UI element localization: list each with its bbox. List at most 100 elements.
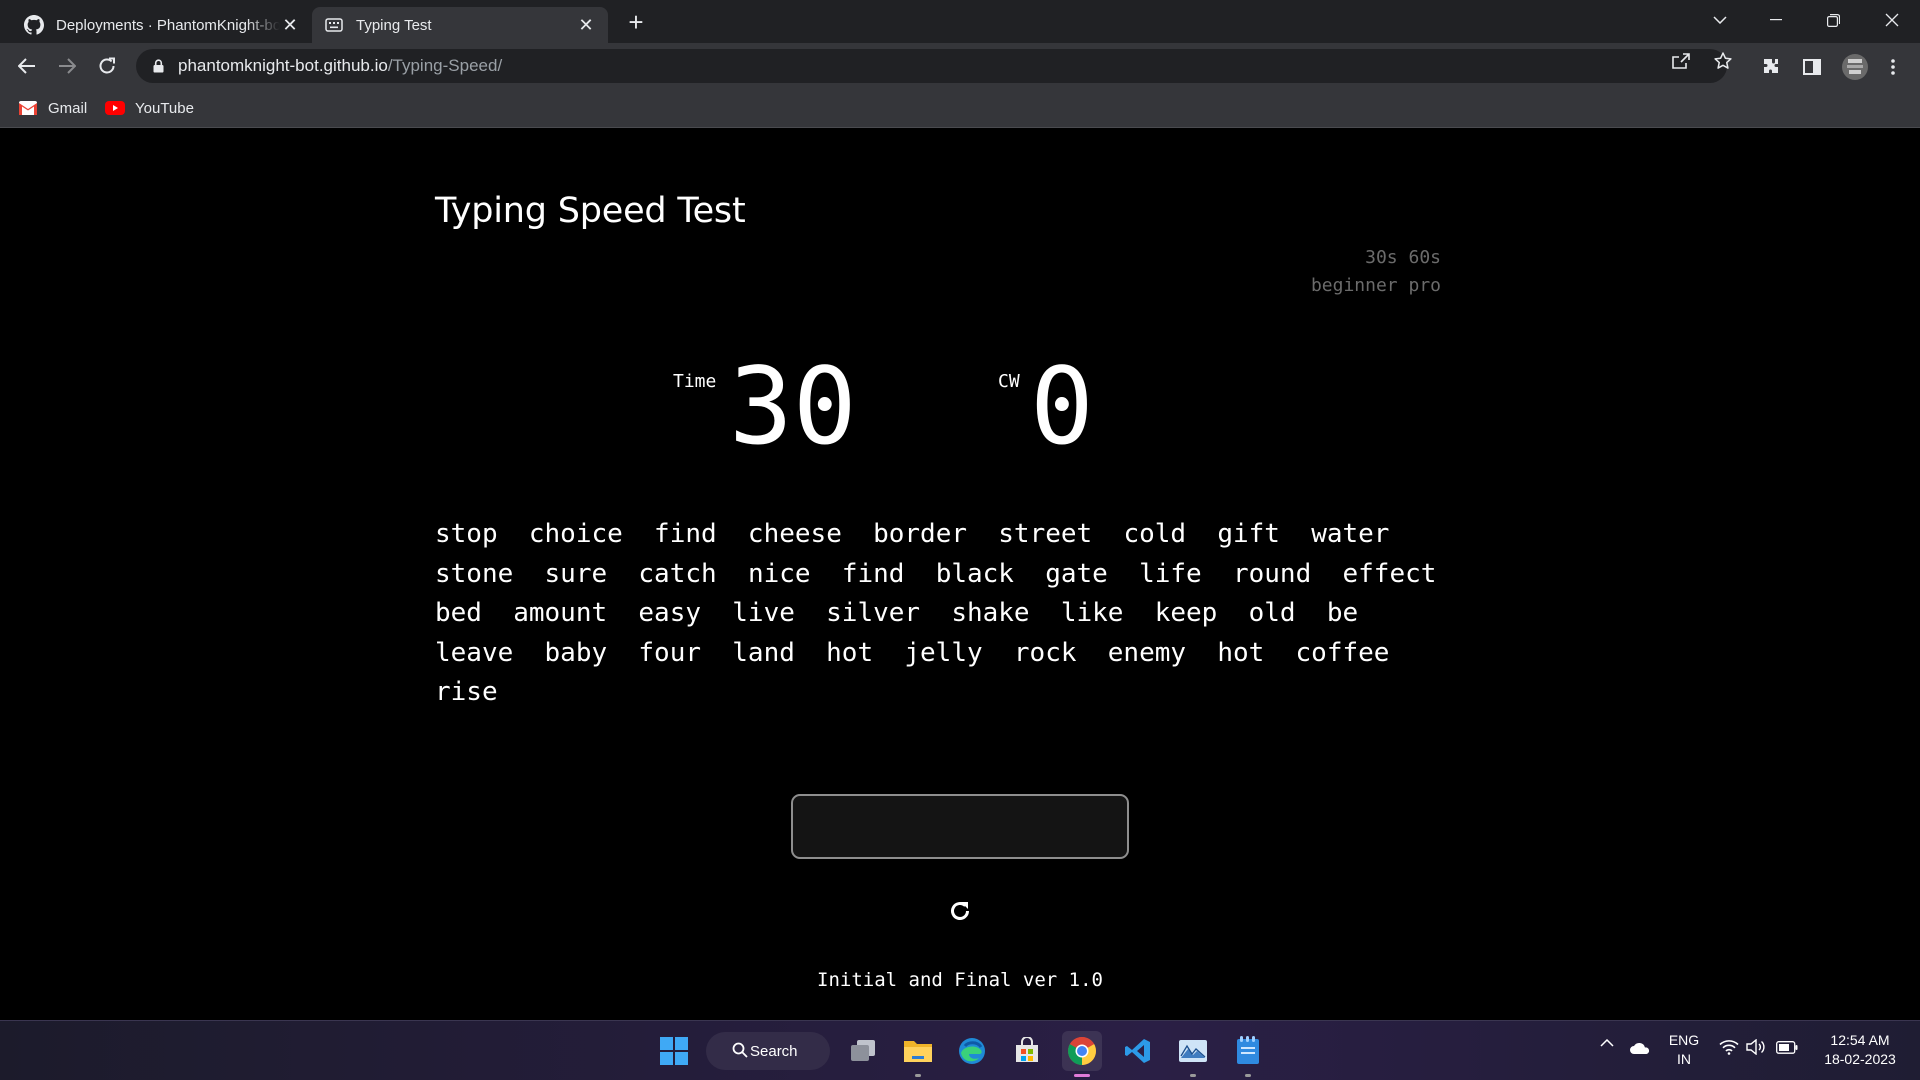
vscode-icon[interactable] — [1118, 1031, 1158, 1071]
language-indicator[interactable]: ENG IN — [1664, 1031, 1704, 1069]
extensions-icon[interactable] — [1760, 55, 1784, 79]
word: silver — [826, 598, 921, 628]
word: rise — [435, 677, 498, 707]
microsoft-store-icon[interactable] — [1007, 1031, 1047, 1071]
word: jelly — [904, 637, 983, 668]
address-bar[interactable]: phantomknight-bot.github.io/Typing-Speed… — [136, 49, 1727, 83]
word: find — [841, 558, 905, 589]
windows-start-icon[interactable] — [654, 1031, 694, 1071]
word: amount — [513, 598, 608, 628]
keyboard-icon — [324, 15, 344, 35]
word-list: stop choice find cheese border street co… — [435, 515, 1475, 713]
bookmarks-bar: Gmail YouTube — [0, 89, 1920, 128]
reload-icon[interactable] — [91, 50, 123, 82]
browser-toolbar: phantomknight-bot.github.io/Typing-Speed… — [0, 43, 1920, 89]
cw-value: 0 — [1030, 345, 1094, 468]
side-panel-icon[interactable] — [1800, 55, 1824, 79]
url-text: phantomknight-bot.github.io/Typing-Speed… — [178, 56, 502, 76]
bookmark-youtube[interactable]: YouTube — [105, 97, 194, 119]
new-tab-button[interactable]: + — [622, 7, 650, 37]
share-icon[interactable] — [1670, 50, 1692, 72]
tab-deployments[interactable]: Deployments · PhantomKnight-bot/Typing-S… — [12, 7, 312, 43]
word: black — [935, 558, 1014, 589]
edge-icon[interactable] — [952, 1031, 992, 1071]
taskbar-search[interactable]: Search — [706, 1032, 830, 1070]
profile-avatar[interactable] — [1840, 52, 1870, 82]
typing-input[interactable] — [791, 794, 1129, 859]
taskbar: Search ENG IN 12:54 AM 18-02-2023 — [0, 1020, 1920, 1080]
word: effect — [1342, 558, 1437, 589]
back-icon[interactable] — [11, 50, 43, 82]
level-option-beginner[interactable]: beginner — [1311, 275, 1398, 296]
word: keep — [1154, 598, 1218, 628]
tab-typing-test[interactable]: Typing Test ✕ — [312, 7, 608, 43]
volume-icon[interactable] — [1746, 1039, 1766, 1055]
level-options: beginner pro — [1180, 275, 1441, 296]
word: be — [1326, 598, 1359, 628]
word: find — [654, 519, 717, 549]
forward-icon[interactable] — [51, 50, 83, 82]
time-label: Time — [673, 371, 717, 392]
running-indicator — [1190, 1074, 1196, 1077]
url-path: /Typing-Speed/ — [387, 56, 503, 75]
word: hot — [1217, 637, 1265, 668]
language-code: ENG — [1668, 1032, 1700, 1048]
tab-search-chevron-icon[interactable] — [1692, 0, 1748, 40]
close-tab-icon[interactable]: ✕ — [280, 15, 300, 35]
task-view-icon[interactable] — [843, 1031, 883, 1071]
bookmark-gmail[interactable]: Gmail — [18, 97, 87, 119]
clock[interactable]: 12:54 AM 18-02-2023 — [1810, 1031, 1910, 1069]
word: live — [732, 598, 795, 628]
url-host: phantomknight-bot.github.io — [178, 56, 388, 75]
word: rock — [1013, 637, 1077, 668]
active-indicator — [1074, 1074, 1090, 1077]
more-menu-icon[interactable] — [1881, 55, 1905, 79]
word: shake — [951, 598, 1030, 628]
word: sure — [544, 558, 608, 589]
minimize-icon[interactable] — [1748, 0, 1804, 40]
word: gate — [1045, 558, 1108, 589]
bookmark-star-icon[interactable] — [1712, 50, 1734, 72]
github-icon — [24, 15, 44, 35]
running-indicator — [915, 1074, 921, 1077]
restore-icon[interactable] — [1805, 0, 1861, 40]
clock-date: 18-02-2023 — [1824, 1051, 1896, 1067]
show-hidden-icons-chevron[interactable] — [1600, 1039, 1614, 1047]
word: leave — [435, 637, 514, 668]
page-title: Typing Speed Test — [435, 191, 746, 231]
word: land — [732, 637, 795, 668]
chrome-icon[interactable] — [1062, 1031, 1102, 1077]
time-option-30s[interactable]: 30s — [1365, 247, 1398, 268]
word: like — [1060, 598, 1124, 628]
level-option-pro[interactable]: pro — [1408, 275, 1441, 296]
word: nice — [747, 558, 811, 589]
word: old — [1248, 598, 1296, 628]
cw-label: CW — [998, 371, 1020, 392]
word: life — [1139, 558, 1202, 589]
tab-strip: Deployments · PhantomKnight-bot/Typing-S… — [0, 0, 1920, 43]
close-tab-icon[interactable]: ✕ — [576, 15, 596, 35]
wifi-icon[interactable] — [1719, 1039, 1739, 1055]
word: baby — [544, 637, 608, 668]
reset-button[interactable] — [946, 899, 974, 927]
search-label: Search — [750, 1042, 798, 1060]
running-indicator — [1245, 1074, 1251, 1077]
close-window-icon[interactable] — [1864, 0, 1920, 40]
word: cold — [1123, 519, 1187, 549]
time-value: 30 — [729, 345, 857, 468]
word: choice — [528, 519, 623, 549]
word: stop — [435, 519, 498, 549]
time-option-60s[interactable]: 60s — [1408, 247, 1441, 268]
word: four — [638, 637, 702, 668]
lock-icon[interactable] — [150, 58, 166, 74]
photos-icon[interactable] — [1173, 1031, 1213, 1077]
clock-time: 12:54 AM — [1830, 1032, 1890, 1048]
battery-icon[interactable] — [1776, 1041, 1798, 1054]
page-content: Typing Speed Test 30s 60s beginner pro T… — [0, 129, 1920, 1020]
word: bed — [435, 598, 482, 628]
file-explorer-icon[interactable] — [898, 1031, 938, 1077]
word: coffee — [1295, 637, 1390, 668]
onedrive-cloud-icon[interactable] — [1629, 1041, 1651, 1055]
notepad-icon[interactable] — [1228, 1031, 1268, 1077]
youtube-icon — [105, 100, 125, 116]
